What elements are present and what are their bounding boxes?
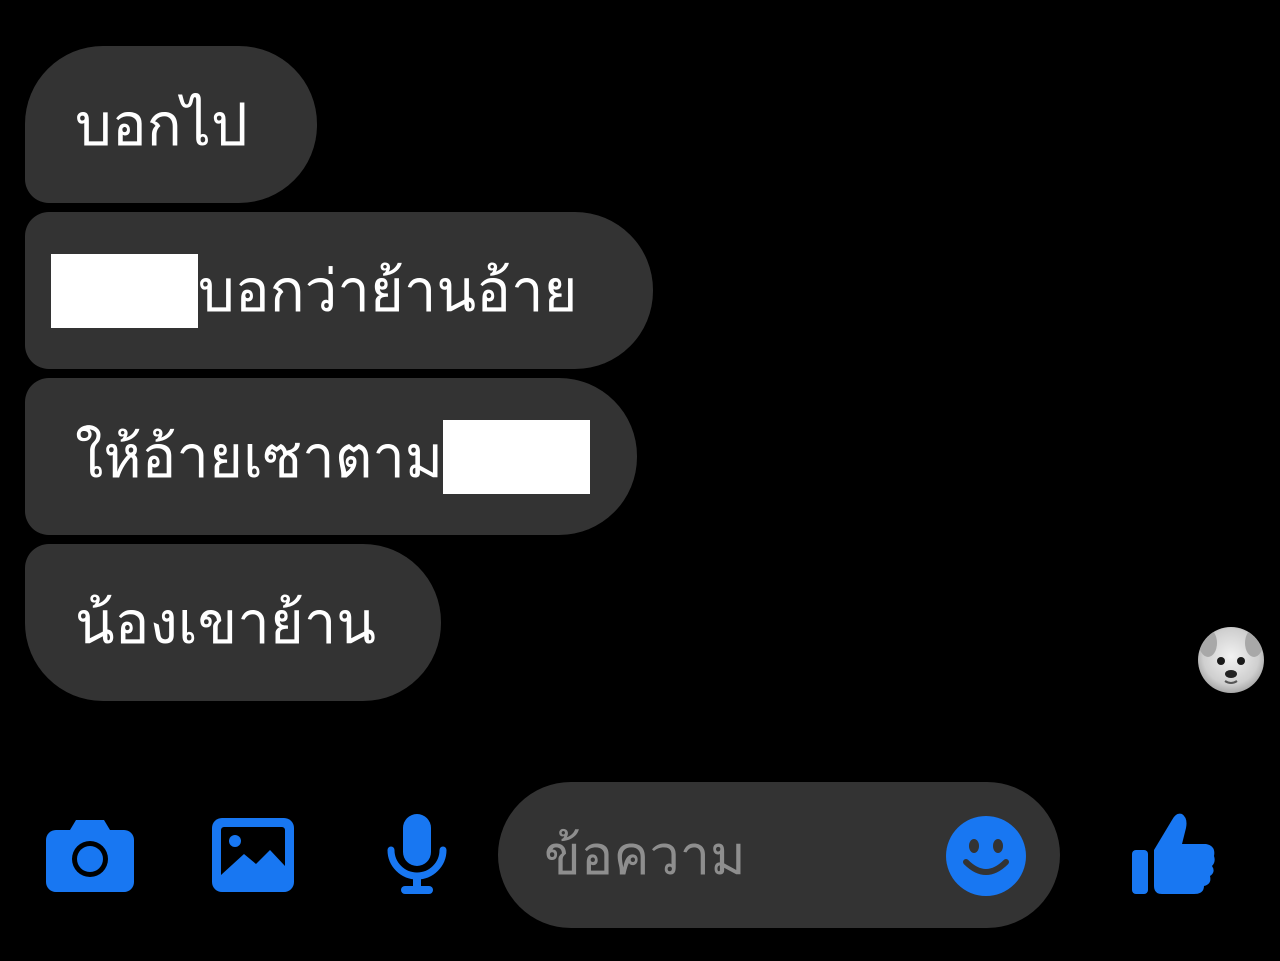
message-bubble[interactable]: บอกว่าย้านอ้าย (25, 212, 653, 369)
message-bubble[interactable]: น้องเขาย้าน (25, 544, 441, 701)
message-bubble[interactable]: ให้อ้ายเซาตาม (25, 378, 637, 535)
smiley-icon[interactable] (946, 816, 1026, 896)
message-input[interactable] (544, 820, 924, 890)
image-icon[interactable] (212, 818, 294, 892)
message-text: น้องเขาย้าน (75, 588, 377, 657)
thumbs-up-icon[interactable] (1132, 810, 1216, 896)
camera-icon[interactable] (46, 818, 134, 892)
avatar-image (1198, 627, 1264, 693)
message-text: บอกว่าย้านอ้าย (198, 256, 578, 325)
message-text: ให้อ้ายเซาตาม (75, 422, 444, 491)
microphone-icon[interactable] (385, 814, 449, 896)
read-receipt-avatar (1198, 627, 1264, 693)
message-bubble[interactable]: บอกไป (25, 46, 317, 203)
message-input-pill[interactable] (498, 782, 1060, 928)
redacted-name-box (443, 419, 591, 494)
redacted-name-box (51, 253, 198, 328)
message-text: บอกไป (75, 90, 248, 159)
